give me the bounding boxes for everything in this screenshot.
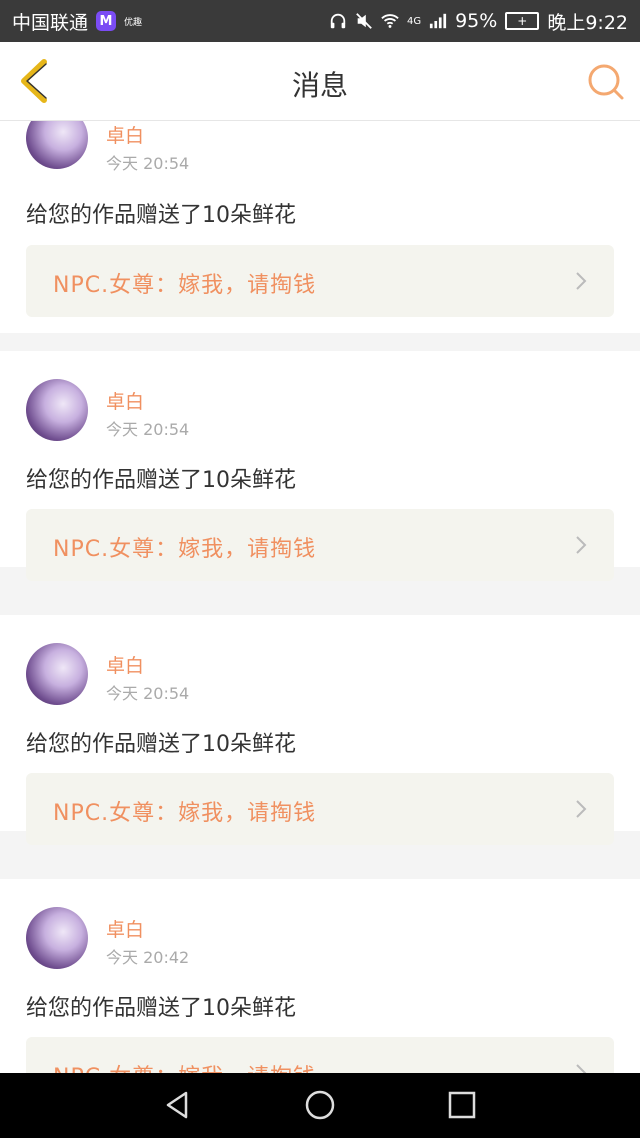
status-bar-left: 中国联通 M 优趣	[12, 8, 142, 35]
battery-percent: 95%	[455, 10, 498, 32]
message-text: 给您的作品赠送了10朵鲜花	[26, 732, 296, 757]
sender-name[interactable]: 卓白	[106, 651, 144, 678]
sender-name[interactable]: 卓白	[106, 915, 144, 942]
square-recent-icon[interactable]	[446, 1089, 478, 1121]
message-card[interactable]: 卓白 今天 20:54 给您的作品赠送了10朵鲜花 NPC.女尊：嫁我，请掏钱	[0, 615, 640, 845]
page-title: 消息	[291, 69, 348, 102]
network-type: 4G	[406, 15, 422, 27]
chevron-right-icon	[576, 272, 587, 290]
status-bar-right: 4G 95% + 晚上9:22	[329, 8, 628, 35]
message-time: 今天 20:54	[106, 420, 190, 439]
search-icon[interactable]	[586, 62, 626, 102]
carrier-name: 中国联通	[12, 11, 89, 34]
message-card[interactable]: 卓白 今天 20:42 给您的作品赠送了10朵鲜花 NPC.女尊：嫁我，请掏钱	[0, 879, 640, 1073]
signal-icon	[429, 13, 447, 29]
message-text: 给您的作品赠送了10朵鲜花	[26, 996, 296, 1021]
message-list[interactable]: 卓白 今天 20:54 给您的作品赠送了10朵鲜花 NPC.女尊：嫁我，请掏钱 …	[0, 121, 640, 1073]
message-card[interactable]: 卓白 今天 20:54 给您的作品赠送了10朵鲜花 NPC.女尊：嫁我，请掏钱	[0, 351, 640, 581]
quoted-work-title: NPC.女尊：嫁我，请掏钱	[53, 801, 317, 826]
message-card[interactable]: 卓白 今天 20:54 给您的作品赠送了10朵鲜花 NPC.女尊：嫁我，请掏钱	[0, 121, 640, 333]
message-text: 给您的作品赠送了10朵鲜花	[26, 203, 296, 228]
wifi-icon	[381, 14, 399, 28]
quoted-work-link[interactable]: NPC.女尊：嫁我，请掏钱	[26, 773, 614, 845]
chevron-right-icon	[576, 1064, 587, 1073]
avatar[interactable]	[26, 121, 88, 169]
chevron-right-icon	[576, 800, 587, 818]
avatar[interactable]	[26, 907, 88, 969]
quoted-work-title: NPC.女尊：嫁我，请掏钱	[53, 1059, 316, 1073]
mute-icon	[356, 13, 372, 29]
status-bar: 中国联通 M 优趣 4G 95% + 晚上9:22	[0, 0, 640, 42]
headphones-icon	[330, 13, 346, 29]
avatar[interactable]	[26, 379, 88, 441]
app-notification-icon: M	[96, 11, 117, 31]
message-time: 今天 20:42	[106, 948, 190, 967]
system-nav-bar	[0, 1073, 640, 1138]
chevron-right-icon	[576, 536, 587, 554]
quoted-work-title: NPC.女尊：嫁我，请掏钱	[53, 537, 317, 562]
sender-name[interactable]: 卓白	[106, 121, 144, 148]
sender-name[interactable]: 卓白	[106, 387, 144, 414]
battery-icon: +	[505, 12, 540, 30]
top-nav-bar: 消息	[0, 42, 640, 121]
avatar[interactable]	[26, 643, 88, 705]
notification-label: 优趣	[124, 17, 143, 28]
quoted-work-link[interactable]: NPC.女尊：嫁我，请掏钱	[26, 509, 614, 581]
quoted-work-link[interactable]: NPC.女尊：嫁我，请掏钱	[26, 1037, 614, 1073]
quoted-work-link[interactable]: NPC.女尊：嫁我，请掏钱	[26, 245, 614, 317]
message-time: 今天 20:54	[106, 684, 190, 703]
message-time: 今天 20:54	[106, 154, 190, 173]
triangle-back-icon[interactable]	[162, 1089, 194, 1121]
status-time: 晚上9:22	[547, 11, 628, 34]
quoted-work-title: NPC.女尊：嫁我，请掏钱	[53, 273, 317, 298]
circle-home-icon[interactable]	[304, 1089, 336, 1121]
message-text: 给您的作品赠送了10朵鲜花	[26, 468, 296, 493]
